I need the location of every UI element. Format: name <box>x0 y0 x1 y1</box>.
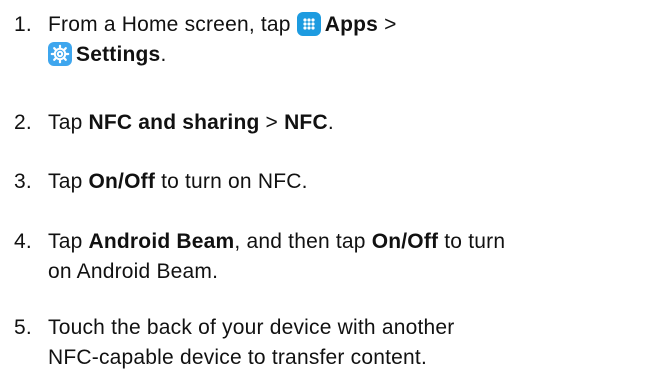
nfc-and-sharing-label: NFC and sharing <box>88 111 260 134</box>
step-text: Tap On/Off to turn on NFC. <box>48 167 658 197</box>
list-item-step-2: 2. Tap NFC and sharing > NFC. <box>0 108 666 138</box>
step-text-segment: From a Home screen, tap <box>48 13 297 36</box>
step-number: 4. <box>14 230 32 253</box>
step-text-segment: Tap <box>48 111 89 134</box>
step-number: 1. <box>14 13 32 36</box>
step-text-segment: to turn on NFC. <box>155 170 308 193</box>
step-text: Tap Android Beam, and then tap On/Off to… <box>48 227 658 287</box>
step-text: Touch the back of your device with anoth… <box>48 313 658 373</box>
apps-grid-icon <box>296 12 321 36</box>
instructions-list: 1. From a Home screen, tap Apps > Settin… <box>0 0 666 371</box>
step-text: Tap NFC and sharing > NFC. <box>48 108 658 138</box>
step-text-segment: Tap <box>48 230 89 253</box>
list-item-step-4: 4. Tap Android Beam, and then tap On/Off… <box>0 227 666 287</box>
on-off-label: On/Off <box>371 230 439 253</box>
list-item-step-3: 3. Tap On/Off to turn on NFC. <box>0 167 666 197</box>
list-item-step-5: 5. Touch the back of your device with an… <box>0 313 666 373</box>
step-number: 5. <box>14 316 32 339</box>
step-text-segment: on Android Beam. <box>48 260 219 283</box>
nfc-label: NFC <box>284 111 328 134</box>
step-text-segment: > <box>259 111 285 134</box>
on-off-label: On/Off <box>88 170 156 193</box>
step-text-segment: NFC-capable device to transfer content. <box>48 346 427 369</box>
step-number: 2. <box>14 111 32 134</box>
step-text: From a Home screen, tap Apps > Settings. <box>48 10 658 70</box>
step-text-segment: to turn <box>438 230 506 253</box>
settings-gear-icon <box>48 42 72 66</box>
step-text-segment: . <box>160 43 167 66</box>
step-text-segment: . <box>327 111 334 134</box>
list-item-step-1: 1. From a Home screen, tap Apps > Settin… <box>0 10 666 74</box>
android-beam-label: Android Beam <box>88 230 235 253</box>
step-text-segment: , and then tap <box>234 230 372 253</box>
step-text-segment: Tap <box>48 170 89 193</box>
step-text-segment: > <box>378 13 397 36</box>
step-number: 3. <box>14 170 32 193</box>
step-text-segment: Touch the back of your device with anoth… <box>48 316 455 339</box>
apps-label: Apps <box>324 13 379 36</box>
settings-label: Settings <box>76 43 161 66</box>
